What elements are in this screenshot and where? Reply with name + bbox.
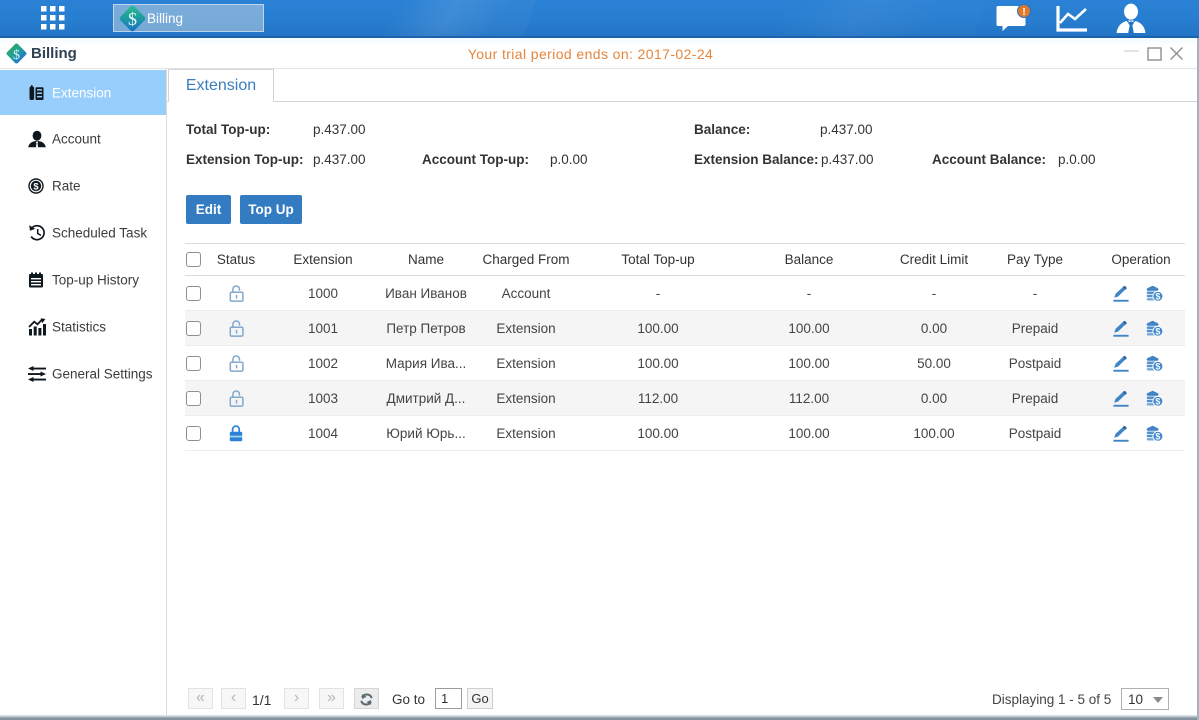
svg-text:$: $	[33, 181, 39, 192]
svg-text:$: $	[128, 9, 137, 29]
svg-text:!: !	[1022, 7, 1025, 18]
